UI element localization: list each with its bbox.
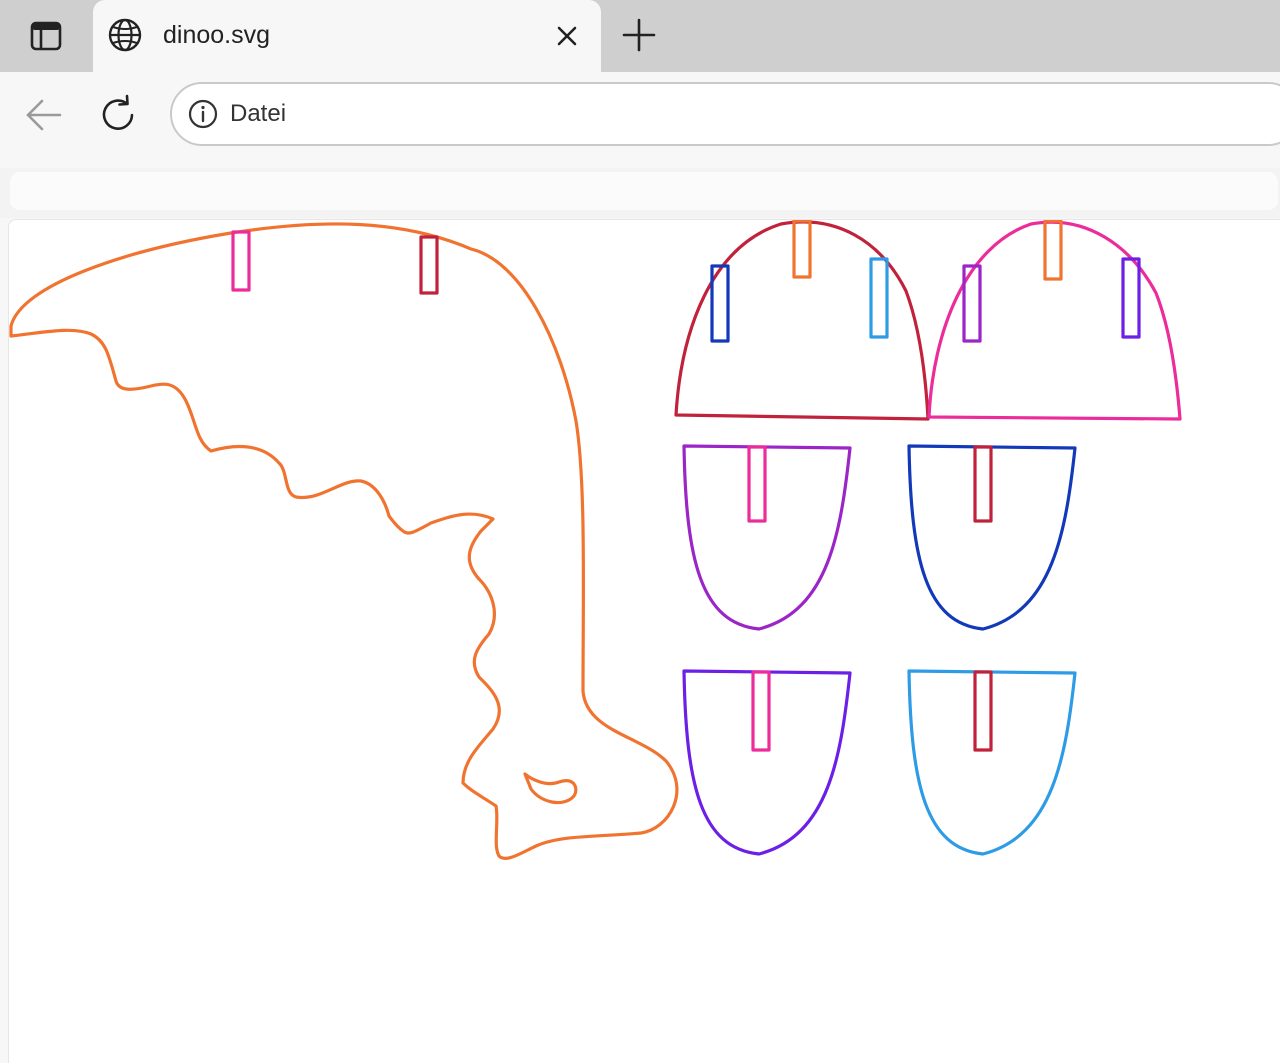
svg-drawing — [9, 220, 1182, 860]
info-icon[interactable] — [188, 99, 218, 129]
plus-icon[interactable] — [620, 16, 658, 54]
reload-icon[interactable] — [98, 94, 140, 136]
tab-dinoo-svg[interactable]: dinoo.svg — [93, 0, 601, 72]
slot — [1121, 257, 1141, 339]
address-label: Datei — [230, 100, 287, 127]
address-bar[interactable]: Datei — [170, 82, 1280, 146]
slot — [1043, 220, 1063, 281]
dino-eye-cutout — [523, 772, 578, 805]
favorites-bar — [0, 168, 1280, 218]
leg-piece-1 — [682, 444, 852, 631]
sidebar-toggle-icon — [30, 21, 62, 51]
navigation-bar: Datei — [0, 72, 1280, 168]
dome-piece-2 — [927, 220, 1182, 421]
page-content — [8, 219, 1280, 1063]
dome-piece-1 — [674, 220, 930, 421]
dino-body-piece — [9, 222, 679, 860]
leg-piece-3 — [682, 669, 852, 856]
slot — [792, 220, 812, 279]
slot — [751, 670, 771, 752]
slot — [973, 445, 993, 523]
back-arrow-icon[interactable] — [22, 94, 64, 136]
slot — [973, 670, 993, 752]
sidebar-toggle-button[interactable] — [0, 0, 92, 72]
slot — [419, 235, 439, 295]
slot — [869, 257, 889, 339]
tab-strip: dinoo.svg — [0, 0, 1280, 72]
slot — [747, 445, 767, 523]
slot — [231, 230, 251, 292]
close-icon[interactable] — [551, 20, 583, 52]
tab-title: dinoo.svg — [163, 21, 271, 49]
favorites-bar-blurred — [10, 172, 1278, 210]
globe-icon — [108, 18, 142, 52]
